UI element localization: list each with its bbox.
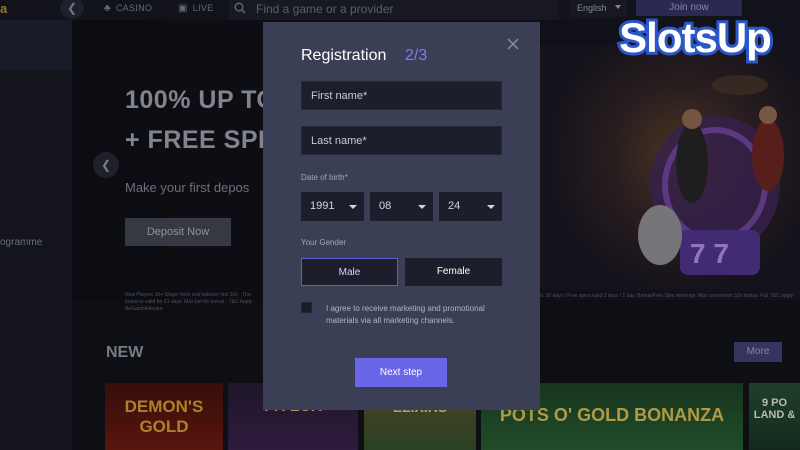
svg-text:SlotsUp: SlotsUp — [619, 14, 771, 61]
marketing-consent-checkbox[interactable] — [301, 302, 312, 313]
gender-male-button[interactable]: Male — [301, 258, 398, 286]
dob-year-select[interactable]: 1991 — [301, 192, 364, 221]
dob-day-value: 24 — [448, 200, 461, 212]
dob-label: Date of birth* — [301, 173, 348, 182]
last-name-field[interactable]: Last name* — [301, 126, 502, 155]
step-indicator: 2/3 — [405, 47, 428, 64]
gender-female-button[interactable]: Female — [405, 258, 502, 286]
chevron-down-icon — [487, 205, 495, 209]
chevron-down-icon — [418, 205, 426, 209]
slotsup-watermark-logo: SlotsUp — [616, 11, 775, 64]
dob-month-value: 08 — [379, 200, 392, 212]
modal-title: Registration — [301, 47, 387, 64]
registration-modal: Registration 2/3 First name* Last name* … — [263, 22, 540, 410]
first-name-field[interactable]: First name* — [301, 81, 502, 110]
dob-year-value: 1991 — [310, 200, 335, 212]
marketing-consent-text: I agree to receive marketing and promoti… — [326, 304, 485, 325]
dob-month-select[interactable]: 08 — [370, 192, 433, 221]
next-step-button[interactable]: Next step — [355, 358, 447, 387]
close-icon[interactable] — [506, 37, 520, 51]
gender-label: Your Gender — [301, 238, 347, 247]
dob-day-select[interactable]: 24 — [439, 192, 502, 221]
chevron-down-icon — [349, 205, 357, 209]
